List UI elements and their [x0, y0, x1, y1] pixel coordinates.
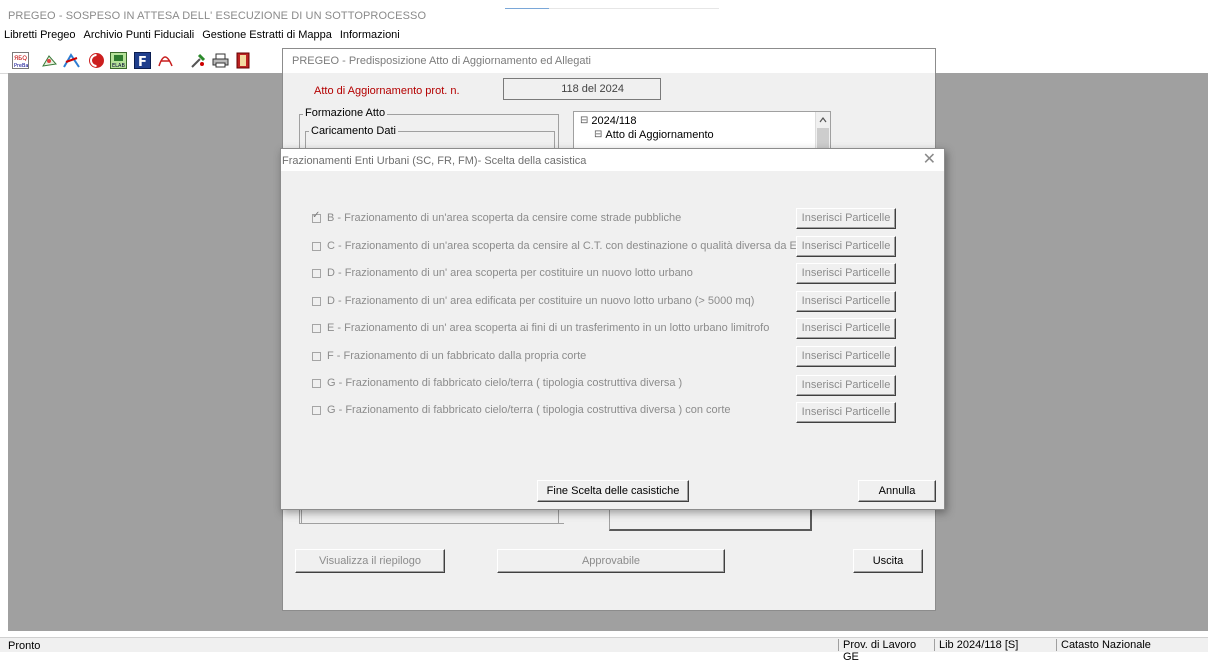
top-accent-line	[505, 8, 549, 9]
tree-expander-icon[interactable]: ⊟	[580, 115, 588, 127]
menu-libretti-pregeo[interactable]: Libretti Pregeo	[0, 27, 80, 43]
option-f[interactable]: F - Frazionamento di un fabbricato dalla…	[312, 349, 586, 363]
map-edit-icon[interactable]	[63, 52, 80, 69]
svg-text:ЯБQ: ЯБQ	[14, 55, 27, 62]
top-divider-line	[549, 8, 719, 9]
pregeo-icon[interactable]: ЯБQPreBas	[12, 52, 31, 69]
option-g-checkbox[interactable]	[312, 378, 321, 388]
menu-archivio-punti-fiduciali[interactable]: Archivio Punti Fiduciali	[80, 27, 199, 43]
menu-informazioni[interactable]: Informazioni	[336, 27, 404, 43]
option-b-checkbox[interactable]	[312, 210, 321, 223]
uscita-button[interactable]: Uscita	[853, 549, 923, 573]
tree-node-atto[interactable]: ⊟ Atto di Aggiornamento	[594, 129, 714, 141]
pdf-icon[interactable]	[157, 52, 174, 69]
tools-icon[interactable]	[190, 52, 207, 69]
svg-text:PreBas: PreBas	[14, 63, 28, 68]
option-d-scoperta-checkbox[interactable]	[312, 268, 321, 278]
exit-icon[interactable]	[235, 52, 252, 69]
annulla-button[interactable]: Annulla	[858, 480, 936, 502]
inserisci-particelle-e-button[interactable]: Inserisci Particelle	[796, 318, 896, 339]
option-e-label: E - Frazionamento di un' area scoperta a…	[327, 322, 770, 334]
elab-icon[interactable]: ELAB	[110, 52, 127, 69]
caricamento-group-label: Caricamento Dati	[309, 125, 398, 137]
app-title: PREGEO - SOSPESO IN ATTESA DELL' ESECUZI…	[8, 10, 427, 22]
status-libretto: Lib 2024/118 [S]	[934, 639, 1051, 651]
option-d-edificata-checkbox[interactable]	[312, 296, 321, 306]
inserisci-particelle-c-button[interactable]: Inserisci Particelle	[796, 236, 896, 257]
menu-gestione-estratti-di-mappa[interactable]: Gestione Estratti di Mappa	[198, 27, 336, 43]
option-d-edificata-label: D - Frazionamento di un' area edificata …	[327, 295, 755, 307]
prot-value: 118 del 2024	[561, 83, 624, 95]
option-f-checkbox[interactable]	[312, 351, 321, 361]
option-g-corte-label: G - Frazionamento di fabbricato cielo/te…	[327, 404, 731, 416]
scroll-up-icon[interactable]	[816, 114, 830, 126]
prot-label: Atto di Aggiornamento prot. n.	[314, 85, 460, 97]
tree-node-label: Atto di Aggiornamento	[605, 129, 714, 141]
option-d-edificata[interactable]: D - Frazionamento di un' area edificata …	[312, 294, 754, 308]
tree-expander-icon[interactable]: ⊟	[594, 129, 602, 141]
print-icon[interactable]	[212, 52, 229, 69]
option-g[interactable]: G - Frazionamento di fabbricato cielo/te…	[312, 376, 682, 390]
inserisci-particelle-d-scoperta-button[interactable]: Inserisci Particelle	[796, 263, 896, 284]
tree-scrollbar[interactable]	[815, 112, 830, 152]
visualizza-riepilogo-button[interactable]: Visualizza il riepilogo	[295, 549, 445, 573]
option-b-label: B - Frazionamento di un'area scoperta da…	[327, 212, 682, 224]
option-g-corte[interactable]: G - Frazionamento di fabbricato cielo/te…	[312, 403, 731, 417]
inserisci-particelle-d-edificata-button[interactable]: Inserisci Particelle	[796, 291, 896, 312]
prot-field: 118 del 2024	[503, 78, 661, 100]
lower-right-panel	[609, 509, 812, 531]
option-f-label: F - Frazionamento di un fabbricato dalla…	[327, 350, 587, 362]
font-icon[interactable]: F	[134, 52, 151, 70]
lower-left-panel	[301, 509, 564, 524]
status-text: Pronto	[8, 640, 41, 652]
scelta-casistica-dialog: Frazionamenti Enti Urbani (SC, FR, FM)- …	[280, 148, 945, 510]
option-c-checkbox[interactable]	[312, 241, 321, 251]
predisposizione-title: PREGEO - Predisposizione Atto di Aggiorn…	[292, 55, 592, 67]
inserisci-particelle-b-button[interactable]: Inserisci Particelle	[796, 208, 896, 229]
close-icon[interactable]: ✕	[923, 151, 936, 169]
option-c[interactable]: C - Frazionamento di un'area scoperta da…	[312, 239, 851, 253]
option-e[interactable]: E - Frazionamento di un' area scoperta a…	[312, 321, 769, 335]
menu-bar: Libretti Pregeo Archivio Punti Fiduciali…	[0, 27, 404, 43]
option-g-corte-checkbox[interactable]	[312, 405, 321, 415]
predisposizione-titlebar: PREGEO - Predisposizione Atto di Aggiorn…	[283, 49, 935, 73]
option-d-scoperta-label: D - Frazionamento di un' area scoperta p…	[327, 267, 693, 279]
map-icon[interactable]	[41, 52, 58, 69]
inserisci-particelle-f-button[interactable]: Inserisci Particelle	[796, 346, 896, 367]
scelta-casistica-titlebar: Frazionamenti Enti Urbani (SC, FR, FM)- …	[281, 149, 944, 171]
svg-text:ELAB: ELAB	[112, 63, 125, 68]
status-bar: Pronto Prov. di Lavoro GE Lib 2024/118 […	[0, 637, 1208, 663]
status-catasto: Catasto Nazionale	[1056, 639, 1207, 651]
option-b[interactable]: B - Frazionamento di un'area scoperta da…	[312, 210, 682, 225]
approvabile-button[interactable]: Approvabile	[497, 549, 725, 573]
option-d-scoperta[interactable]: D - Frazionamento di un' area scoperta p…	[312, 266, 693, 280]
option-e-checkbox[interactable]	[312, 323, 321, 333]
option-c-label: C - Frazionamento di un'area scoperta da…	[327, 240, 852, 252]
option-g-label: G - Frazionamento di fabbricato cielo/te…	[327, 377, 683, 389]
formazione-group-label: Formazione Atto	[303, 107, 388, 119]
fine-scelta-button[interactable]: Fine Scelta delle casistiche	[537, 480, 689, 502]
inserisci-particelle-g-corte-button[interactable]: Inserisci Particelle	[796, 402, 896, 423]
color-icon[interactable]	[88, 52, 105, 69]
tree-node-label: 2024/118	[591, 115, 637, 127]
svg-text:F: F	[138, 55, 147, 68]
inserisci-particelle-g-button[interactable]: Inserisci Particelle	[796, 375, 896, 396]
scelta-casistica-title: Frazionamenti Enti Urbani (SC, FR, FM)- …	[282, 155, 587, 167]
tree-node-root[interactable]: ⊟ 2024/118	[580, 115, 636, 127]
status-prov-lavoro: Prov. di Lavoro GE	[838, 639, 935, 663]
